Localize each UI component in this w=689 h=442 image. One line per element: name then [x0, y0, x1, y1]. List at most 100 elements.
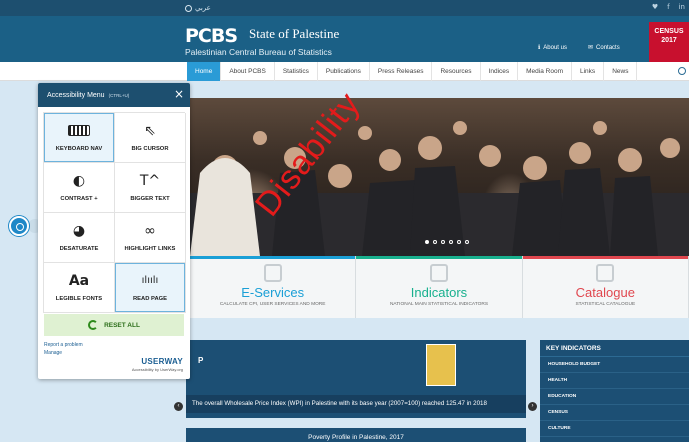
site-header: PCBS State of Palestine Palestinian Cent… — [0, 16, 689, 62]
slider-dot[interactable] — [441, 240, 445, 244]
nav-publications[interactable]: Publications — [318, 62, 370, 81]
bigger-text-label: BIGGER TEXT — [130, 196, 170, 202]
prev-arrow-icon[interactable]: ‹ — [174, 402, 183, 411]
userway-logo[interactable]: USERWAY — [141, 357, 183, 366]
accessibility-options: KEYBOARD NAV ⇖ BIG CURSOR ◐ CONTRAST + T… — [43, 112, 186, 313]
link-icon: ∞ — [144, 223, 156, 239]
desaturate-label: DESATURATE — [59, 246, 99, 252]
nav-media-room[interactable]: Media Room — [518, 62, 572, 81]
accessibility-menu: Accessibility Menu (CTRL+U) × KEYBOARD N… — [38, 83, 190, 379]
accessibility-launcher-icon[interactable] — [9, 216, 29, 236]
report-problem-link[interactable]: Report a problem — [44, 342, 83, 348]
cursor-icon: ⇖ — [144, 123, 156, 139]
about-us-link[interactable]: ℹ About us — [538, 44, 567, 52]
key-indicator-item[interactable]: CULTURE — [540, 421, 689, 437]
audio-wave-icon: ılıılı — [141, 275, 159, 286]
accessibility-menu-header: Accessibility Menu (CTRL+U) × — [38, 83, 190, 107]
key-indicators-panel: KEY INDICATORS HOUSEHOLD BUDGET HEALTH E… — [540, 340, 689, 442]
language-switch[interactable]: عربي — [185, 4, 211, 12]
mail-icon: ✉ — [588, 45, 594, 51]
e-services-title: E-Services — [241, 285, 305, 300]
slider-dots — [425, 240, 469, 244]
reset-all-button[interactable]: RESET ALL — [44, 314, 184, 336]
slider-dot[interactable] — [449, 240, 453, 244]
key-indicators-title: KEY INDICATORS — [540, 340, 689, 357]
info-icon: ℹ — [538, 45, 541, 51]
nav-news[interactable]: News — [604, 62, 638, 81]
text-size-icon: T^ — [139, 173, 161, 189]
next-arrow-icon[interactable]: › — [528, 402, 537, 411]
key-indicator-item[interactable]: HEALTH — [540, 373, 689, 389]
indicators-title: Indicators — [410, 285, 468, 300]
desaturate-toggle[interactable]: ◕ DESATURATE — [44, 213, 115, 263]
font-icon: Aa — [68, 273, 90, 289]
census-badge[interactable]: CENSUS 2017 — [649, 22, 689, 62]
facebook-icon[interactable]: f — [667, 3, 669, 11]
catalogue-card[interactable]: Catalogue STATISTICAL CATALOGUE — [522, 256, 689, 318]
nav-press-releases[interactable]: Press Releases — [370, 62, 433, 81]
contrast-label: CONTRAST + — [60, 196, 98, 202]
social-links: ♥ f in — [652, 3, 685, 11]
social-icon-1[interactable]: ♥ — [652, 3, 658, 11]
big-cursor-toggle[interactable]: ⇖ BIG CURSOR — [115, 113, 186, 163]
close-icon[interactable]: × — [174, 88, 184, 100]
nav-home[interactable]: Home — [187, 62, 222, 81]
accessibility-shortcut: (CTRL+U) — [108, 92, 130, 98]
news-letter: P — [198, 356, 204, 365]
news-headline[interactable]: The overall Wholesale Price Index (WPI) … — [186, 395, 526, 413]
highlight-links-toggle[interactable]: ∞ HIGHLIGHT LINKS — [115, 213, 186, 263]
bigger-text-toggle[interactable]: T^ BIGGER TEXT — [115, 163, 186, 213]
nav-resources[interactable]: Resources — [432, 62, 481, 81]
keyboard-nav-toggle[interactable]: KEYBOARD NAV — [44, 113, 115, 163]
language-label: عربي — [195, 5, 211, 12]
keyboard-nav-label: KEYBOARD NAV — [55, 146, 103, 152]
key-indicator-item[interactable]: EDUCATION — [540, 389, 689, 405]
read-page-toggle[interactable]: ılıılı READ PAGE — [115, 263, 186, 313]
big-cursor-label: BIG CURSOR — [131, 146, 169, 152]
catalogue-title: Catalogue — [575, 285, 635, 300]
manage-link[interactable]: Manage — [44, 350, 62, 356]
contrast-icon: ◐ — [72, 173, 86, 189]
reset-all-label: RESET ALL — [104, 321, 140, 329]
slider-dot[interactable] — [465, 240, 469, 244]
card-accent-bar — [522, 256, 688, 259]
slider-dot[interactable] — [433, 240, 437, 244]
top-bar: عربي ♥ f in — [0, 0, 689, 16]
highlight-links-label: HIGHLIGHT LINKS — [124, 246, 176, 252]
keyboard-icon — [68, 125, 90, 136]
nav-indices[interactable]: Indices — [481, 62, 519, 81]
e-services-card[interactable]: E-Services CALCULATE CPI, USER SERVICES … — [190, 256, 357, 318]
slider-dot[interactable] — [425, 240, 429, 244]
poverty-profile-banner[interactable]: Poverty Profile in Palestine, 2017 — [186, 428, 526, 442]
nav-links[interactable]: Links — [572, 62, 605, 81]
indicators-card[interactable]: Indicators NATIONAL MAIN STATISTICAL IND… — [356, 256, 523, 318]
search-icon[interactable] — [678, 67, 686, 75]
card-accent-bar — [190, 256, 356, 259]
legible-fonts-label: LEGIBLE FONTS — [55, 296, 103, 302]
site-subtitle: Palestinian Central Bureau of Statistics — [185, 47, 332, 57]
userway-credit: Accessibility by UserWay.org — [131, 367, 183, 372]
nav-statistics[interactable]: Statistics — [275, 62, 318, 81]
key-indicator-item[interactable]: HOUSEHOLD BUDGET — [540, 357, 689, 373]
card-accent-bar — [356, 256, 522, 259]
nav-about[interactable]: About PCBS — [221, 62, 275, 81]
main-nav: Home About PCBS Statistics Publications … — [0, 62, 689, 81]
census-year: 2017 — [661, 37, 677, 44]
contacts-link[interactable]: ✉ Contacts — [588, 44, 620, 52]
read-page-label: READ PAGE — [132, 296, 168, 302]
legible-fonts-toggle[interactable]: Aa LEGIBLE FONTS — [44, 263, 115, 313]
catalogue-desc: STATISTICAL CATALOGUE — [575, 302, 636, 307]
pcbs-logo[interactable]: PCBS — [185, 25, 238, 47]
about-us-label: About us — [543, 44, 567, 51]
desaturate-icon: ◕ — [72, 223, 86, 239]
indicators-desc: NATIONAL MAIN STATISTICAL INDICATORS — [389, 302, 489, 307]
news-slider[interactable]: P The overall Wholesale Price Index (WPI… — [186, 340, 526, 418]
e-services-icon — [263, 264, 282, 282]
slider-dot[interactable] — [457, 240, 461, 244]
key-indicator-item[interactable]: CENSUS — [540, 405, 689, 421]
contacts-label: Contacts — [596, 44, 620, 51]
indicators-icon — [429, 264, 448, 282]
linkedin-icon[interactable]: in — [679, 3, 685, 11]
contrast-toggle[interactable]: ◐ CONTRAST + — [44, 163, 115, 213]
refresh-icon — [88, 320, 99, 330]
